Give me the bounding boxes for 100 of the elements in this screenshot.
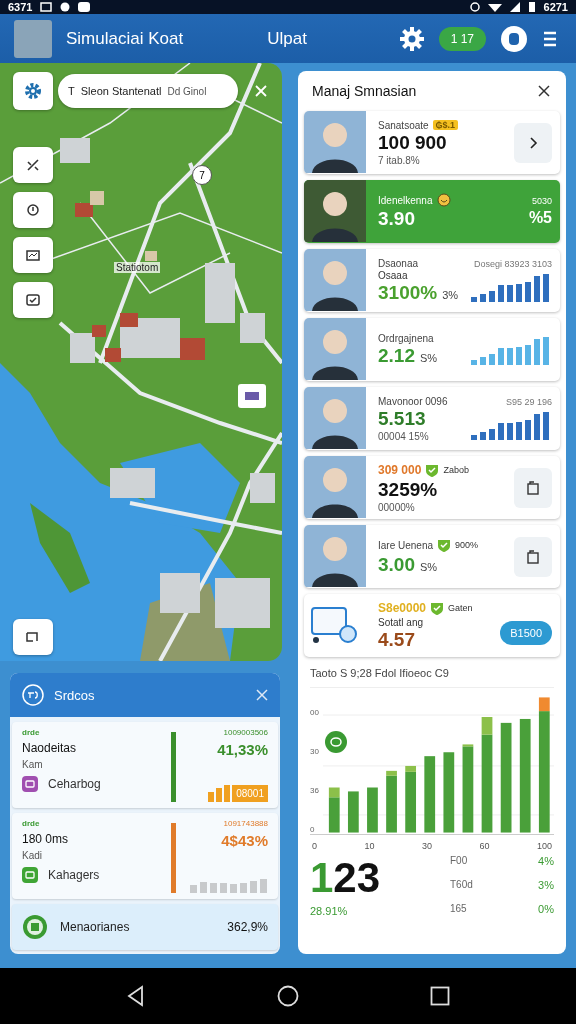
card-code: Dosegi 83923 3103 <box>473 259 552 270</box>
total-percent: 28.91% <box>310 905 349 918</box>
stat-card[interactable]: drde 180 0ms Kadi Kahagers 1091743888 4$43% <box>12 813 278 900</box>
stat-label: T60d <box>450 879 473 892</box>
settings-button[interactable] <box>13 72 53 111</box>
card-code: S95 29 196 <box>505 397 552 408</box>
avatar-silhouette-icon <box>304 180 366 243</box>
card-value: 100 900 <box>378 131 447 154</box>
avatar-silhouette-icon <box>304 111 366 174</box>
card-subtitle: Sotatl ang <box>378 616 425 628</box>
stat-value: 4% <box>538 855 554 868</box>
list-card[interactable]: 309 000 Zabob 3259% 00000% <box>304 456 560 520</box>
card-subtext: 00004 15% <box>378 430 430 442</box>
axis-label: 36 <box>310 786 319 796</box>
card-tag: drde <box>22 819 163 829</box>
photo-placeholder <box>14 19 52 58</box>
avatar-silhouette-icon <box>304 387 366 450</box>
search-field[interactable]: T Sleon Stantenatl Dd Ginol <box>58 74 238 109</box>
badge-icon <box>22 914 48 941</box>
avatar-silhouette-icon <box>304 525 366 588</box>
list-card[interactable]: S8e0000 Gaten Sotatl ang 4.57 B1500 <box>304 594 560 658</box>
axis-label: 60 <box>479 841 490 852</box>
card-value: 362,9% <box>227 920 268 935</box>
shield-check-icon <box>425 462 440 478</box>
axis-label: 30 <box>310 747 319 757</box>
chart-title: Taoto S 9;28 Fdol Ifioeoc C9 <box>310 667 554 689</box>
list-card[interactable]: Mavonoor 0096 5.513 00004 15% S95 29 196 <box>304 387 560 451</box>
axis-label: 10 <box>364 841 375 852</box>
chart-bar <box>328 787 340 833</box>
menu-icon[interactable] <box>542 29 558 48</box>
card-tag: ₲$.1 <box>432 120 459 131</box>
copy-button[interactable] <box>514 467 552 508</box>
card-label: Ordrgajnena <box>378 332 434 344</box>
badge-label: Zabob <box>443 465 469 476</box>
map-tool-button[interactable] <box>13 282 53 319</box>
clipboard-icon <box>527 549 539 564</box>
recent-apps-icon[interactable] <box>430 986 451 1007</box>
category-label: Ceharbog <box>48 777 101 792</box>
card-value: 3.00 <box>378 553 415 576</box>
list-card[interactable]: Sanatsoate ₲$.1 100 900 7 itab.8% <box>304 111 560 175</box>
card-unit: S% <box>420 560 438 573</box>
chart-bar <box>347 791 359 833</box>
map-tool-button[interactable] <box>13 147 53 184</box>
shield-check-icon <box>437 537 452 553</box>
battery-icon <box>527 2 536 13</box>
card-label: 309 000 <box>378 463 422 478</box>
stat-label: 165 <box>450 903 467 916</box>
category-label: Kahagers <box>48 868 100 883</box>
stat-value: 3% <box>538 879 554 892</box>
card-value: 4.57 <box>378 628 415 651</box>
card-value: 3100% <box>378 281 438 304</box>
home-icon[interactable] <box>277 985 299 1008</box>
stat-card[interactable]: drde Naodeitas Kam Ceharbog 1009003506 41,33% 08001 <box>12 722 278 809</box>
card-code: 1091743888 <box>223 819 268 829</box>
value-chip: 08001 <box>232 785 268 803</box>
alert-icon <box>25 202 41 219</box>
card-subtext: 7 itab.8% <box>378 154 421 166</box>
axis-label: 30 <box>421 841 432 852</box>
chart-bar <box>405 766 416 833</box>
badge-label: 900% <box>455 540 479 551</box>
search-hint: Dd Ginol <box>167 85 207 97</box>
map-pin[interactable] <box>238 384 266 409</box>
map-place-label: Statiotom <box>114 262 161 274</box>
card-title: Naodeitas <box>22 741 78 756</box>
settings-icon <box>23 81 43 102</box>
card-title: 180 0ms <box>22 832 70 847</box>
chevron-right-icon <box>528 136 538 149</box>
list-card[interactable]: Ordrgajnena 2.12 S% <box>304 318 560 382</box>
status-dot-icon <box>324 730 348 755</box>
settings-icon[interactable] <box>398 25 425 52</box>
card-code: 5030 <box>531 196 552 207</box>
map-tool-button[interactable] <box>13 237 53 274</box>
mini-bar-chart-drawing <box>208 782 231 803</box>
map-drawing[interactable] <box>0 63 282 662</box>
close-icon[interactable] <box>538 85 550 98</box>
list-card[interactable]: Iare Uenena 900% 3.00 S% <box>304 525 560 589</box>
logo-icon <box>22 684 44 707</box>
app-title: Simulaciai Koat <box>66 28 184 49</box>
card-label: Sanatsoate <box>378 119 429 131</box>
axis-label: 0 <box>310 825 316 835</box>
card-label: Idenelkenna <box>378 194 433 206</box>
map-tool-button[interactable] <box>13 619 53 656</box>
card-value: 3.90 <box>378 208 415 231</box>
avatar-silhouette-icon <box>304 249 366 312</box>
axis-label: 00 <box>310 708 319 718</box>
status-text: 6371 <box>8 1 33 14</box>
map-tool-button[interactable] <box>13 192 53 229</box>
card-label: Kadi <box>22 850 43 862</box>
chart-icon <box>25 247 41 264</box>
stat-label: F00 <box>450 855 468 868</box>
back-icon[interactable] <box>125 985 146 1008</box>
list-card[interactable]: Dsaonaa Osaaa 3100% 3% Dosegi 83923 3103 <box>304 249 560 313</box>
clipboard-icon <box>527 480 539 495</box>
chart-bar <box>366 787 378 833</box>
summary-card[interactable]: Menaorianes 362,9% <box>12 904 278 951</box>
card-unit: S% <box>420 351 438 364</box>
clock-text: 6271 <box>543 1 568 14</box>
avatar-silhouette-icon <box>304 456 366 519</box>
copy-button[interactable] <box>514 536 552 577</box>
card-label: Kam <box>22 759 44 771</box>
